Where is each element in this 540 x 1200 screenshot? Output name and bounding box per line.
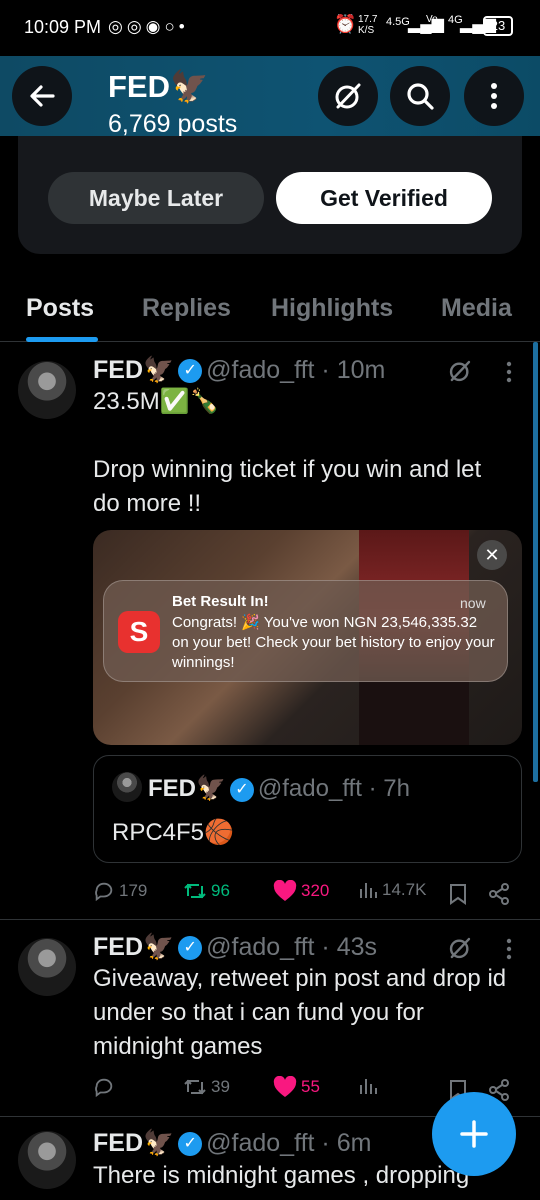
views-icon: [360, 883, 377, 898]
verified-badge-icon: ✓: [178, 1132, 203, 1157]
author-name[interactable]: FED🦅: [93, 933, 174, 961]
verification-promo: Maybe Later Get Verified: [18, 136, 522, 254]
heart-filled-icon: [273, 880, 297, 901]
quote-handle: @fado_fft: [257, 775, 362, 802]
avatar[interactable]: [18, 1131, 76, 1189]
profile-tabs: Posts Replies Highlights Media: [0, 284, 540, 342]
repost-count: 39: [211, 1077, 230, 1096]
verified-badge-icon: ✓: [229, 777, 254, 802]
more-options-button[interactable]: [464, 66, 524, 126]
post-author-row: FED🦅 ✓ @fado_fft · 43s: [93, 933, 377, 962]
grok-post-icon[interactable]: [447, 358, 473, 384]
author-handle[interactable]: @fado_fft: [206, 1129, 314, 1157]
post-actions: 179 96 320 14.7K: [93, 880, 523, 910]
views-icon: [360, 1079, 377, 1094]
profile-name: FED🦅: [108, 69, 209, 104]
post-more-icon[interactable]: [504, 360, 514, 384]
close-icon[interactable]: ✕: [477, 540, 507, 570]
author-name[interactable]: FED🦅: [93, 1129, 174, 1157]
views-button[interactable]: 14.7K: [358, 880, 426, 900]
post-count: 6,769 posts: [108, 110, 238, 136]
notification-title: Bet Result In!: [172, 593, 269, 610]
reply-button[interactable]: [93, 1076, 115, 1098]
search-icon: [407, 83, 434, 110]
more-vertical-icon: [491, 83, 497, 109]
battery-icon: 23: [483, 16, 513, 36]
post[interactable]: FED🦅 ✓ @fado_fft · 43s Giveaway, retweet p…: [0, 920, 540, 1117]
post-time: · 6m: [321, 1129, 372, 1157]
quote-text: RPC4F5🏀: [112, 819, 234, 846]
reply-button[interactable]: 179: [93, 880, 147, 902]
repost-button[interactable]: 39: [183, 1076, 230, 1098]
verified-badge-icon: ✓: [178, 936, 203, 961]
share-icon[interactable]: [488, 883, 510, 905]
post-text: Giveaway, retweet pin post and drop id u…: [93, 965, 507, 1060]
verified-badge-icon: ✓: [178, 359, 203, 384]
avatar[interactable]: [18, 361, 76, 419]
repost-button[interactable]: 96: [183, 880, 230, 902]
notification-icons: ◎◎◉○•: [108, 17, 189, 36]
post-text-line1: 23.5M✅🍾: [93, 388, 220, 415]
views-button[interactable]: [358, 1076, 378, 1096]
plus-icon: [460, 1120, 488, 1148]
maybe-later-button[interactable]: Maybe Later: [48, 172, 264, 224]
post-time: · 43s: [321, 933, 378, 961]
like-count: 55: [301, 1077, 320, 1096]
tab-replies[interactable]: Replies: [142, 294, 231, 323]
grok-icon: [335, 83, 361, 109]
reply-icon: [95, 882, 113, 902]
grok-post-icon[interactable]: [447, 935, 473, 961]
sportybet-app-icon: S: [118, 611, 160, 653]
repost-icon: [184, 883, 206, 899]
tab-posts[interactable]: Posts: [26, 294, 94, 323]
avatar[interactable]: [18, 938, 76, 996]
back-arrow-icon: [30, 85, 55, 107]
notification-time: now: [460, 595, 486, 611]
quoted-post[interactable]: FED🦅 ✓ @fado_fft · 7h RPC4F5🏀: [93, 755, 522, 863]
tab-media[interactable]: Media: [441, 294, 512, 323]
author-handle[interactable]: @fado_fft: [206, 356, 314, 384]
bet-notification: S Bet Result In! now Congrats! 🎉 You've …: [103, 580, 508, 682]
repost-count: 96: [211, 881, 230, 900]
author-handle[interactable]: @fado_fft: [206, 933, 314, 961]
notification-body: Congrats! 🎉 You've won NGN 23,546,335.32…: [172, 614, 495, 671]
post-author-row: FED🦅 ✓ @fado_fft · 6m: [93, 1129, 371, 1158]
tab-highlights[interactable]: Highlights: [271, 294, 393, 323]
search-button[interactable]: [390, 66, 450, 126]
post-author-row: FED🦅 ✓ @fado_fft · 10m: [93, 356, 385, 385]
view-count: 14.7K: [382, 880, 427, 899]
quote-author-name: FED🦅: [148, 775, 226, 802]
post-time: · 10m: [321, 356, 386, 384]
heart-filled-icon: [273, 1076, 297, 1097]
quote-author-row: FED🦅 ✓ @fado_fft · 7h: [148, 774, 410, 803]
like-count: 320: [301, 881, 330, 900]
quote-time: · 7h: [368, 775, 410, 802]
reply-icon: [95, 1078, 113, 1098]
volte-label: Vo LTE: [426, 14, 444, 36]
status-time: 10:09 PM: [24, 17, 102, 37]
net-speed: 17.7 K/S: [358, 14, 378, 36]
profile-header: FED🦅 6,769 posts: [0, 56, 540, 136]
network-type: 4.5G: [386, 16, 410, 28]
repost-icon: [184, 1079, 206, 1095]
get-verified-button[interactable]: Get Verified: [276, 172, 492, 224]
post-more-icon[interactable]: [504, 937, 514, 961]
like-button[interactable]: 55: [273, 1076, 320, 1098]
status-bar: 10:09 PM ◎◎◉○• ⏰ 17.7 K/S 4.5G ▂▄▆ Vo LT…: [0, 0, 540, 56]
active-tab-indicator: [26, 337, 98, 342]
grok-button[interactable]: [318, 66, 378, 126]
reply-count: 179: [119, 881, 148, 900]
back-button[interactable]: [12, 66, 72, 126]
like-button[interactable]: 320: [273, 880, 329, 902]
bookmark-icon[interactable]: [449, 883, 467, 905]
quote-avatar: [112, 772, 142, 802]
compose-post-button[interactable]: [432, 1092, 516, 1176]
alarm-icon: ⏰: [334, 14, 357, 34]
author-name[interactable]: FED🦅: [93, 356, 174, 384]
post-media-image[interactable]: ✕ S Bet Result In! now Congrats! 🎉 You'v…: [93, 530, 522, 745]
post-text-line2: Drop winning ticket if you win and let d…: [93, 456, 482, 517]
